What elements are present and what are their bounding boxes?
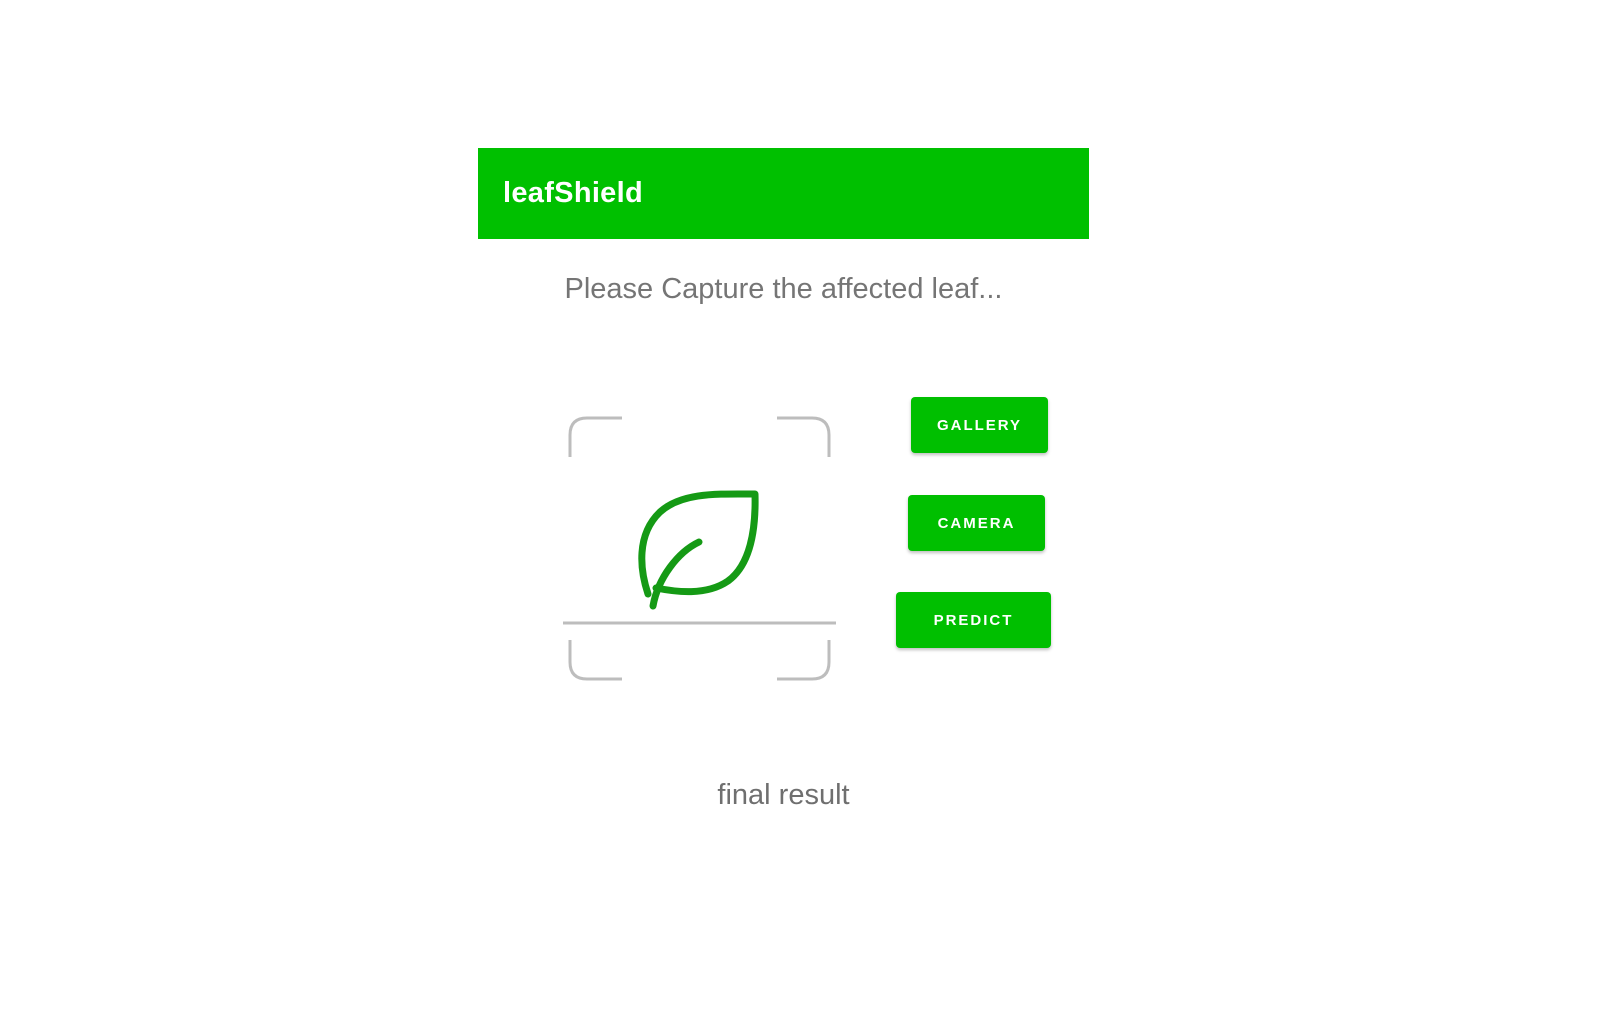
capture-prompt: Please Capture the affected leaf...	[564, 273, 1003, 305]
predict-button[interactable]: PREDICT	[896, 592, 1051, 648]
gallery-button[interactable]: GALLERY	[911, 397, 1048, 453]
app-title: leafShield	[503, 177, 643, 209]
final-result-label: final result	[717, 779, 850, 811]
app-bar: leafShield	[478, 148, 1089, 239]
scan-frame-corners	[568, 416, 831, 681]
camera-button[interactable]: CAMERA	[908, 495, 1045, 551]
image-preview	[560, 410, 842, 685]
leaf-scan-icon	[563, 416, 836, 681]
leaf-icon	[638, 490, 759, 610]
